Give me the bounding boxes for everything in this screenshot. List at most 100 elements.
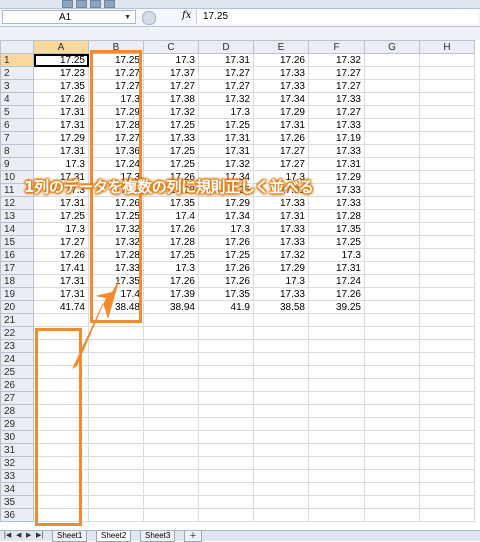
cell[interactable] bbox=[253, 495, 309, 509]
cell[interactable] bbox=[143, 430, 199, 444]
cell[interactable]: 17.33 bbox=[253, 66, 309, 80]
cell[interactable] bbox=[198, 508, 254, 522]
cell[interactable] bbox=[253, 430, 309, 444]
cell[interactable] bbox=[253, 404, 309, 418]
column-header-c[interactable]: C bbox=[143, 40, 199, 54]
cell[interactable] bbox=[364, 352, 420, 366]
cell[interactable]: 17.28 bbox=[143, 235, 199, 249]
cell[interactable] bbox=[88, 482, 144, 496]
cell[interactable] bbox=[419, 144, 475, 158]
cell[interactable] bbox=[253, 391, 309, 405]
cell[interactable] bbox=[364, 222, 420, 236]
cell[interactable] bbox=[88, 365, 144, 379]
column-header-a[interactable]: A bbox=[33, 40, 89, 54]
cell[interactable] bbox=[198, 365, 254, 379]
cell[interactable] bbox=[143, 417, 199, 431]
cell[interactable] bbox=[419, 313, 475, 327]
cell[interactable]: 17.32 bbox=[253, 248, 309, 262]
cell[interactable]: 17.31 bbox=[253, 209, 309, 223]
cell[interactable] bbox=[198, 482, 254, 496]
cell[interactable]: 17.33 bbox=[253, 222, 309, 236]
print-icon[interactable] bbox=[104, 0, 115, 8]
cell[interactable]: 17.3 bbox=[253, 274, 309, 288]
cell[interactable] bbox=[33, 313, 89, 327]
cell[interactable] bbox=[88, 339, 144, 353]
cell[interactable]: 17.27 bbox=[308, 79, 365, 93]
cell[interactable]: 17.33 bbox=[308, 118, 365, 132]
cell[interactable]: 17.26 bbox=[253, 53, 309, 67]
cell[interactable] bbox=[308, 339, 365, 353]
cell[interactable] bbox=[419, 508, 475, 522]
cell[interactable]: 17.3 bbox=[143, 261, 199, 275]
cell[interactable] bbox=[364, 92, 420, 106]
cell[interactable]: 17.29 bbox=[253, 105, 309, 119]
cell[interactable]: 17.27 bbox=[198, 66, 254, 80]
cell[interactable] bbox=[88, 326, 144, 340]
cell[interactable]: 17.32 bbox=[308, 53, 365, 67]
cell[interactable]: 17.33 bbox=[253, 235, 309, 249]
row-header[interactable]: 15 bbox=[0, 235, 34, 249]
cell[interactable] bbox=[308, 313, 365, 327]
cell[interactable] bbox=[364, 287, 420, 301]
cell[interactable] bbox=[364, 326, 420, 340]
cell[interactable] bbox=[419, 339, 475, 353]
cell[interactable]: 17.29 bbox=[33, 131, 89, 145]
insert-sheet-icon[interactable]: ＋ bbox=[184, 531, 202, 542]
row-header[interactable]: 36 bbox=[0, 508, 34, 522]
cell[interactable] bbox=[198, 443, 254, 457]
cell[interactable]: 17.33 bbox=[253, 196, 309, 210]
cell[interactable] bbox=[308, 456, 365, 470]
cell[interactable]: 17.25 bbox=[198, 118, 254, 132]
row-header[interactable]: 31 bbox=[0, 443, 34, 457]
cell[interactable]: 17.25 bbox=[143, 144, 199, 158]
cell[interactable] bbox=[364, 170, 420, 184]
cell[interactable] bbox=[419, 235, 475, 249]
cell[interactable]: 17.31 bbox=[198, 144, 254, 158]
cell[interactable] bbox=[308, 326, 365, 340]
cell[interactable]: 17.33 bbox=[308, 144, 365, 158]
cell[interactable] bbox=[419, 105, 475, 119]
cell[interactable] bbox=[308, 443, 365, 457]
cell[interactable] bbox=[308, 391, 365, 405]
cell[interactable] bbox=[364, 378, 420, 392]
cell[interactable] bbox=[419, 79, 475, 93]
cell[interactable]: 17.35 bbox=[33, 79, 89, 93]
column-header-g[interactable]: G bbox=[364, 40, 420, 54]
row-header[interactable]: 20 bbox=[0, 300, 34, 314]
cell[interactable] bbox=[364, 261, 420, 275]
cell[interactable] bbox=[419, 391, 475, 405]
cell[interactable] bbox=[364, 417, 420, 431]
cell[interactable] bbox=[364, 209, 420, 223]
cell[interactable] bbox=[364, 339, 420, 353]
cell[interactable] bbox=[143, 326, 199, 340]
cell[interactable]: 17.33 bbox=[308, 196, 365, 210]
cell[interactable] bbox=[308, 469, 365, 483]
cell[interactable] bbox=[253, 508, 309, 522]
cell[interactable] bbox=[308, 417, 365, 431]
cell[interactable] bbox=[143, 313, 199, 327]
cell[interactable] bbox=[419, 417, 475, 431]
cell[interactable] bbox=[88, 378, 144, 392]
cell[interactable] bbox=[364, 248, 420, 262]
cell[interactable] bbox=[419, 118, 475, 132]
cell[interactable] bbox=[419, 430, 475, 444]
cell[interactable] bbox=[198, 495, 254, 509]
cell[interactable]: 17.39 bbox=[143, 287, 199, 301]
cell[interactable] bbox=[88, 456, 144, 470]
cell[interactable] bbox=[143, 456, 199, 470]
cell[interactable] bbox=[198, 339, 254, 353]
cell[interactable]: 17.29 bbox=[308, 170, 365, 184]
row-header[interactable]: 28 bbox=[0, 404, 34, 418]
cell[interactable] bbox=[88, 495, 144, 509]
cell[interactable]: 17.35 bbox=[143, 196, 199, 210]
row-header[interactable]: 12 bbox=[0, 196, 34, 210]
cell[interactable] bbox=[419, 274, 475, 288]
cell[interactable] bbox=[364, 66, 420, 80]
cell[interactable] bbox=[143, 508, 199, 522]
cell[interactable] bbox=[88, 352, 144, 366]
cell[interactable] bbox=[198, 326, 254, 340]
cell[interactable] bbox=[419, 66, 475, 80]
cell[interactable]: 17.29 bbox=[198, 196, 254, 210]
cell[interactable] bbox=[364, 495, 420, 509]
cell[interactable] bbox=[198, 313, 254, 327]
